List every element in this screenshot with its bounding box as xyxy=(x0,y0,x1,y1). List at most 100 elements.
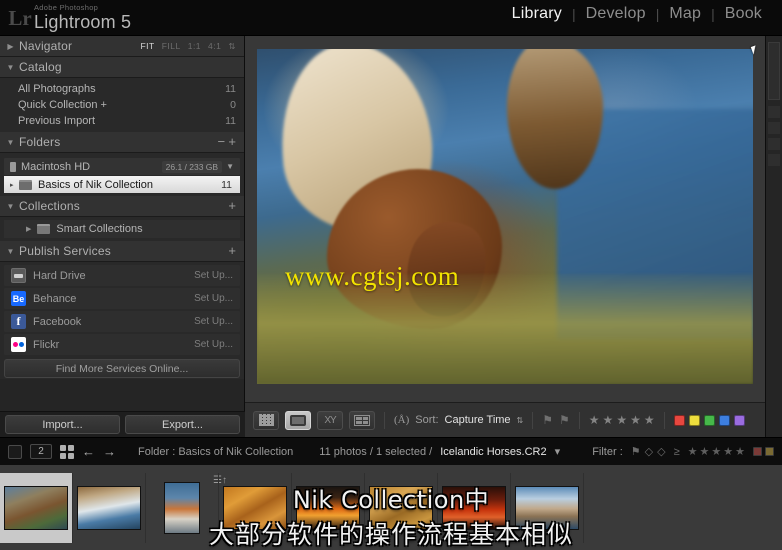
chevron-down-icon[interactable]: ▼ xyxy=(6,202,15,211)
hard-drive-icon xyxy=(11,268,26,283)
chevron-down-icon[interactable]: ▼ xyxy=(6,63,15,72)
source-label[interactable]: Folder : Basics of Nik Collection xyxy=(138,446,293,458)
set-up-link[interactable]: Set Up... xyxy=(194,316,233,327)
swatch-purple[interactable] xyxy=(733,414,745,426)
compare-view-button[interactable]: XY xyxy=(317,410,343,430)
filmstrip-thumb-7[interactable] xyxy=(511,472,584,543)
find-more-services-button[interactable]: Find More Services Online... xyxy=(4,359,240,378)
filter-chip-1[interactable] xyxy=(753,447,762,456)
publish-service-hard-drive[interactable]: Hard Drive Set Up... xyxy=(4,265,240,286)
folders-header[interactable]: ▼ Folders − + xyxy=(0,132,244,153)
expander-icon[interactable]: ▸ xyxy=(10,181,19,189)
filter-star-3[interactable]: ★ xyxy=(711,445,721,458)
grid-view-button[interactable] xyxy=(253,410,279,430)
panel-toggle-icon[interactable] xyxy=(8,444,22,459)
add-collection-button[interactable]: + xyxy=(228,199,236,212)
collections-header[interactable]: ▼ Collections + xyxy=(0,196,244,217)
catalog-item-quick-collection[interactable]: Quick Collection + 0 xyxy=(0,97,244,113)
remove-folder-button[interactable]: − xyxy=(217,135,225,148)
chevron-down-icon[interactable]: ▼ xyxy=(6,247,15,256)
filename-caret-icon[interactable]: ▾ xyxy=(555,445,561,458)
nav-mode-fill[interactable]: FILL xyxy=(162,41,181,51)
color-label-swatches[interactable] xyxy=(673,414,745,426)
secondary-display-number[interactable]: 2 xyxy=(30,444,52,459)
collections-item-smart-collections[interactable]: ▶ Smart Collections xyxy=(4,220,240,238)
chevron-right-icon[interactable]: ▶ xyxy=(6,42,15,51)
module-book[interactable]: Book xyxy=(715,5,772,23)
set-up-link[interactable]: Set Up... xyxy=(194,339,233,350)
selected-filename[interactable]: Icelandic Horses.CR2 xyxy=(440,446,546,458)
loupe-view-button[interactable] xyxy=(285,410,311,430)
chevron-right-icon[interactable]: ▶ xyxy=(26,225,31,233)
filter-flag-rejected[interactable]: ◇ xyxy=(657,445,665,458)
star-5[interactable]: ★ xyxy=(644,413,655,427)
filmstrip-thumb-3[interactable] xyxy=(219,472,292,543)
folder-label: Basics of Nik Collection xyxy=(38,178,153,191)
module-library[interactable]: Library xyxy=(502,5,572,23)
filter-star-1[interactable]: ★ xyxy=(688,445,698,458)
filter-flag-unflagged[interactable]: ◇ xyxy=(645,445,653,458)
chevron-down-icon[interactable]: ▼ xyxy=(226,162,234,171)
filmstrip[interactable]: ☰↑ xyxy=(0,465,782,550)
sort-direction-icon[interactable]: (Å) xyxy=(394,414,409,426)
filmstrip-thumb-4[interactable] xyxy=(292,472,365,543)
publish-service-facebook[interactable]: f Facebook Set Up... xyxy=(4,311,240,332)
publish-service-flickr[interactable]: Flickr Set Up... xyxy=(4,334,240,355)
nav-mode-fit[interactable]: FIT xyxy=(140,41,154,51)
module-develop[interactable]: Develop xyxy=(576,5,656,23)
folder-drive-macintosh-hd[interactable]: Macintosh HD 26.1 / 233 GB ▼ xyxy=(4,158,240,175)
publish-services-header[interactable]: ▼ Publish Services + xyxy=(0,241,244,262)
filter-rating-stars[interactable]: ★ ★ ★ ★ ★ xyxy=(688,445,745,458)
swatch-yellow[interactable] xyxy=(688,414,700,426)
set-up-link[interactable]: Set Up... xyxy=(194,293,233,304)
filter-color-chips[interactable] xyxy=(753,447,774,456)
grid-view-icon[interactable] xyxy=(60,444,74,459)
nav-forward-icon[interactable]: → xyxy=(103,444,116,459)
filter-star-2[interactable]: ★ xyxy=(700,445,710,458)
loupe-photo[interactable]: www.cgtsj.com xyxy=(257,49,753,384)
filter-flag-pick[interactable]: ⚑ xyxy=(631,445,641,458)
filmstrip-thumb-0[interactable] xyxy=(0,472,73,543)
filmstrip-thumb-1[interactable]: ☰↑ xyxy=(73,472,227,543)
catalog-item-all-photographs[interactable]: All Photographs 11 xyxy=(0,81,244,97)
survey-view-button[interactable] xyxy=(349,410,375,430)
add-publish-service-button[interactable]: + xyxy=(228,244,236,257)
navigator-header[interactable]: ▶ Navigator FIT FILL 1:1 4:1 ⇅ xyxy=(0,36,244,57)
nav-zoom-stepper-icon[interactable]: ⇅ xyxy=(228,41,236,52)
filter-star-5[interactable]: ★ xyxy=(735,445,745,458)
nav-mode-1to1[interactable]: 1:1 xyxy=(188,41,201,51)
import-button[interactable]: Import... xyxy=(5,415,120,434)
filmstrip-thumb-6[interactable] xyxy=(438,472,511,543)
star-2[interactable]: ★ xyxy=(603,413,614,427)
filter-star-4[interactable]: ★ xyxy=(723,445,733,458)
add-folder-button[interactable]: + xyxy=(228,135,236,148)
sort-value[interactable]: Capture Time xyxy=(445,414,511,426)
filter-chip-2[interactable] xyxy=(765,447,774,456)
star-1[interactable]: ★ xyxy=(589,413,600,427)
filmstrip-thumb-5[interactable] xyxy=(365,472,438,543)
publish-service-behance[interactable]: Be Behance Set Up... xyxy=(4,288,240,309)
toolbar-separator xyxy=(578,411,580,429)
nav-back-icon[interactable]: ← xyxy=(82,444,95,459)
folder-item-basics-of-nik-collection[interactable]: ▸ Basics of Nik Collection 11 xyxy=(4,176,240,193)
swatch-blue[interactable] xyxy=(718,414,730,426)
catalog-header[interactable]: ▼ Catalog xyxy=(0,57,244,78)
rating-stars[interactable]: ★ ★ ★ ★ ★ xyxy=(589,413,655,427)
set-up-link[interactable]: Set Up... xyxy=(194,270,233,281)
right-panel-edge[interactable] xyxy=(765,36,782,437)
module-map[interactable]: Map xyxy=(659,5,711,23)
star-4[interactable]: ★ xyxy=(630,413,641,427)
swatch-green[interactable] xyxy=(703,414,715,426)
chevron-down-icon[interactable]: ▼ xyxy=(6,138,15,147)
swatch-red[interactable] xyxy=(673,414,685,426)
rating-operator[interactable]: ≥ xyxy=(674,446,680,458)
sort-caret-icon[interactable]: ⇅ xyxy=(517,416,524,425)
flag-pick-button[interactable]: ⚑ xyxy=(542,413,553,427)
catalog-item-previous-import[interactable]: Previous Import 11 xyxy=(0,113,244,129)
filter-flags[interactable]: ⚑ ◇ ◇ xyxy=(631,445,666,458)
nav-mode-4to1[interactable]: 4:1 xyxy=(208,41,221,51)
export-button[interactable]: Export... xyxy=(125,415,240,434)
star-3[interactable]: ★ xyxy=(616,413,627,427)
flag-reject-button[interactable]: ⚑ xyxy=(559,413,570,427)
filmstrip-thumb-2[interactable] xyxy=(146,472,219,543)
